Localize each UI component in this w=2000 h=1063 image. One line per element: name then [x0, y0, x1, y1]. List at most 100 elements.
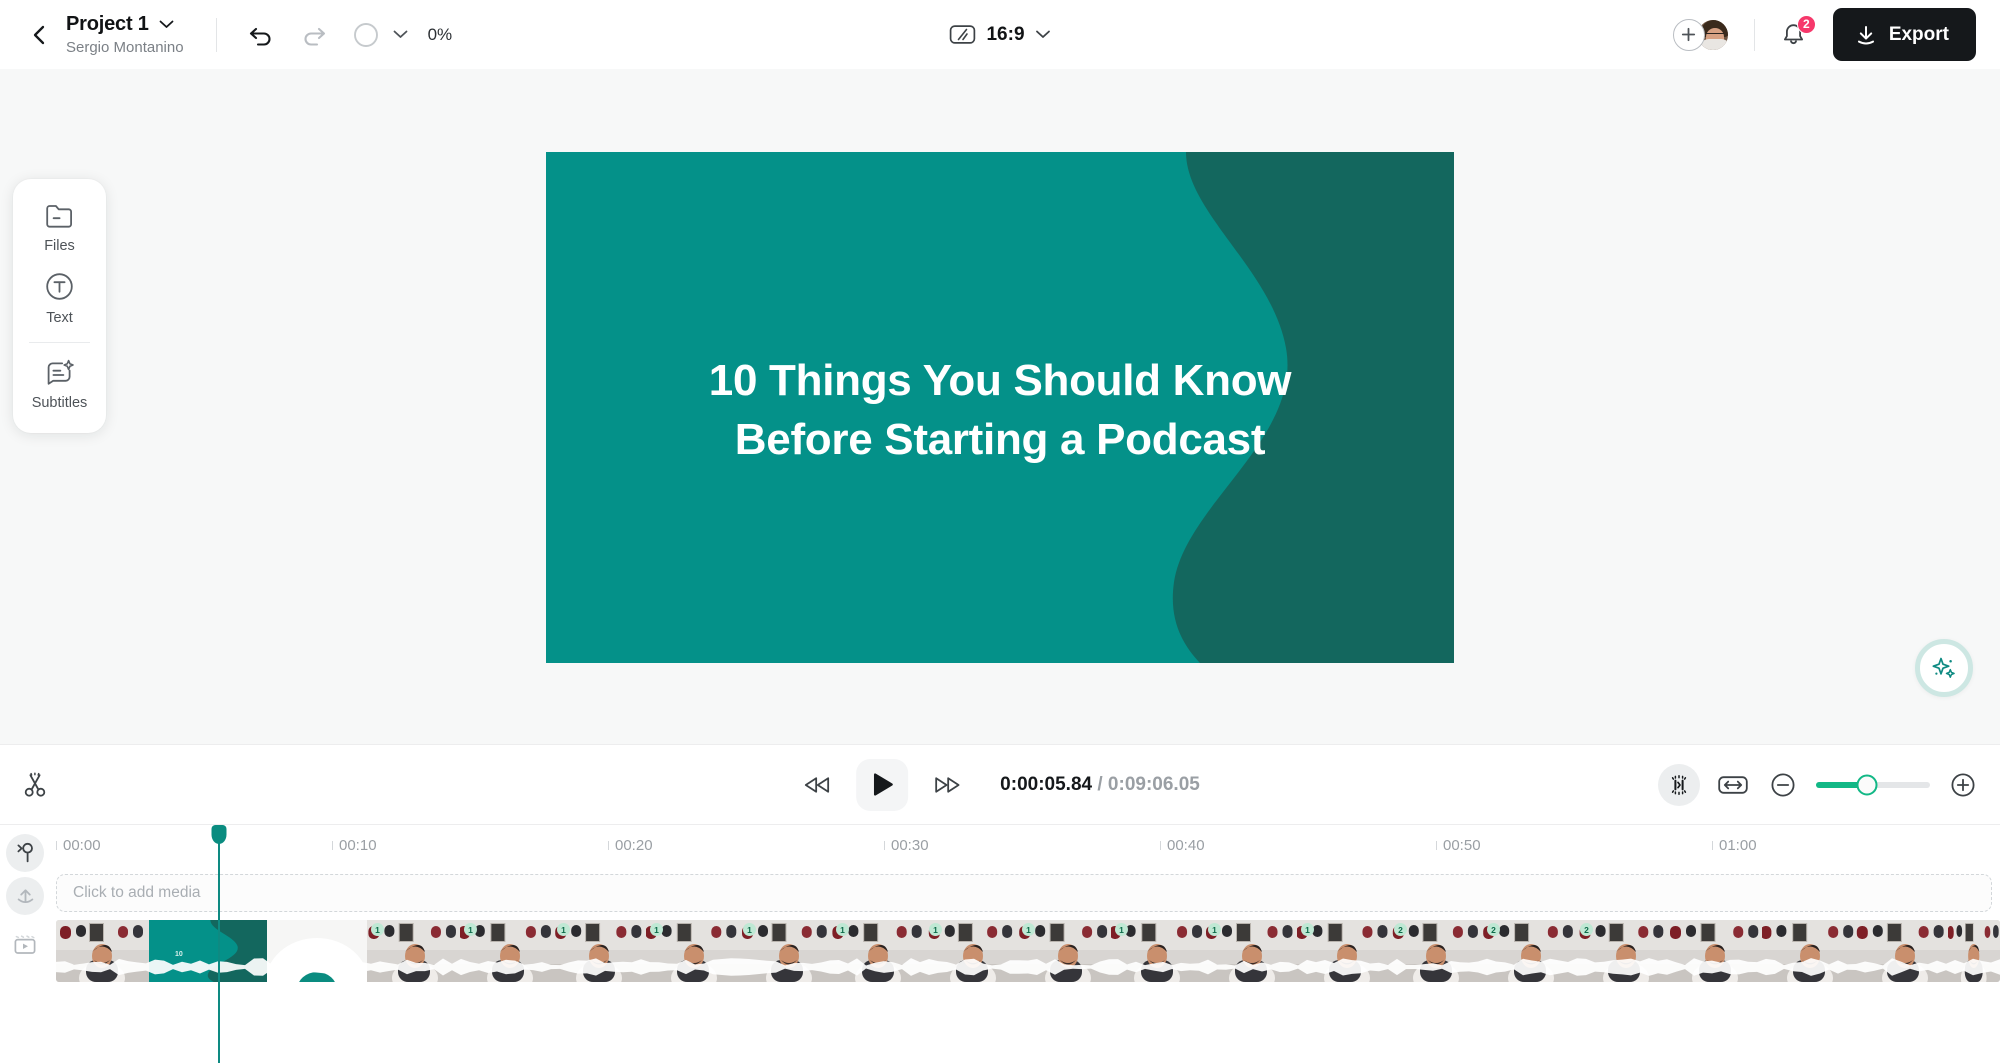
tick-mark [608, 841, 609, 850]
add-media-track[interactable]: Click to add media [56, 874, 1992, 912]
frame-badge: 1 [743, 923, 756, 936]
zoom-slider-handle[interactable] [1857, 774, 1878, 795]
tick-mark [884, 841, 885, 850]
frame-badge: 1 [929, 923, 942, 936]
page-title: Project 1 [66, 13, 149, 36]
rewind-button[interactable] [800, 768, 834, 802]
plus-circle-icon [1950, 772, 1976, 798]
playhead-handle[interactable] [212, 825, 227, 844]
frame-badge: 1 [650, 923, 663, 936]
export-label: Export [1889, 24, 1949, 46]
tick-label: 00:40 [1167, 837, 1205, 854]
frame-badge: 1 [371, 923, 384, 936]
audio-waveform [56, 958, 2000, 976]
snap-toggle-button[interactable] [1658, 764, 1700, 806]
collaborators [1673, 18, 1730, 52]
export-button[interactable]: Export [1833, 8, 1976, 61]
chevron-down-icon[interactable] [393, 30, 408, 39]
ruler-tick: 00:00 [56, 837, 101, 854]
tick-label: 00:10 [339, 837, 377, 854]
sidebar-item-label: Subtitles [32, 395, 88, 411]
sparkle-icon [1930, 654, 1958, 682]
divider [216, 18, 217, 52]
fit-to-width-button[interactable] [1716, 768, 1750, 802]
svg-text:10: 10 [175, 951, 183, 958]
upload-track-button[interactable] [6, 877, 44, 915]
tick-label: 00:00 [63, 837, 101, 854]
render-progress-button[interactable] [349, 18, 383, 52]
subtitles-sparkle-icon [45, 359, 75, 386]
render-progress-label: 0% [428, 25, 453, 45]
canvas-title-text[interactable]: 10 Things You Should Know Before Startin… [546, 352, 1454, 469]
add-user-button[interactable] [1673, 19, 1705, 51]
notifications-button[interactable]: 2 [1777, 18, 1811, 52]
text-circle-icon [45, 272, 74, 301]
video-preview-canvas[interactable]: 10 Things You Should Know Before Startin… [546, 152, 1454, 663]
tick-mark [56, 841, 57, 850]
back-button[interactable] [26, 22, 52, 48]
ruler-tick: 00:40 [1160, 837, 1205, 854]
minus-circle-icon [1770, 772, 1796, 798]
aspect-ratio-icon [949, 25, 975, 44]
fit-to-width-icon [1718, 774, 1748, 796]
frame-badge: 2 [1394, 923, 1407, 936]
tick-mark [1160, 841, 1161, 850]
chevron-down-icon [1036, 30, 1051, 39]
tick-label: 00:20 [615, 837, 653, 854]
ruler-tick: 01:00 [1712, 837, 1757, 854]
undo-icon [249, 24, 274, 46]
play-button[interactable] [856, 759, 908, 811]
snap-magnet-icon [1667, 773, 1691, 797]
avatar-glasses [1706, 33, 1724, 38]
zoom-controls [1658, 764, 1980, 806]
frame-badge: 1 [1208, 923, 1221, 936]
project-owner: Sergio Montanino [66, 39, 184, 56]
timeline: 00:00 00:10 00:20 00:30 00:40 00:50 01:00 [0, 824, 2000, 1063]
ruler-tick: 00:30 [884, 837, 929, 854]
undo-button[interactable] [245, 18, 279, 52]
marker-pin-icon [15, 842, 36, 864]
scissors-icon [21, 771, 49, 799]
frame-badge: 1 [464, 923, 477, 936]
rewind-icon [802, 774, 832, 796]
redo-button[interactable] [297, 18, 331, 52]
zoom-in-button[interactable] [1946, 768, 1980, 802]
time-separator: / [1097, 774, 1102, 795]
title-line-1: 10 Things You Should Know [546, 352, 1454, 411]
timeline-ruler[interactable]: 00:00 00:10 00:20 00:30 00:40 00:50 01:00 [48, 825, 2000, 867]
sidebar-item-text[interactable]: Text [13, 262, 106, 334]
preview-stage: Files Text Subtitles 10 Things You Shoul… [0, 69, 2000, 744]
header-actions: 2 Export [1673, 0, 2000, 69]
marker-track-button[interactable] [6, 834, 44, 872]
transport-bar: 0:00:05.84 / 0:09:06.05 [0, 744, 2000, 824]
aspect-ratio-selector[interactable]: 16:9 [949, 24, 1050, 46]
video-clip-track[interactable]: 1011111111111222 [56, 920, 2000, 982]
frame-badge: 1 [1301, 923, 1314, 936]
video-track-icon [13, 934, 37, 956]
zoom-slider[interactable] [1816, 782, 1930, 788]
frame-badge: 1 [836, 923, 849, 936]
tick-label: 00:50 [1443, 837, 1481, 854]
zoom-out-button[interactable] [1766, 768, 1800, 802]
chevron-left-icon [31, 24, 47, 46]
video-track-button[interactable] [6, 926, 44, 964]
divider [1754, 19, 1755, 51]
plus-icon [1681, 27, 1696, 42]
playhead[interactable] [218, 833, 220, 1063]
notification-badge: 2 [1797, 15, 1816, 34]
title-line-2: Before Starting a Podcast [546, 411, 1454, 470]
playback-controls: 0:00:05.84 / 0:09:06.05 [800, 759, 1200, 811]
chevron-down-icon[interactable] [159, 20, 174, 29]
fast-forward-button[interactable] [930, 768, 964, 802]
sidebar-item-files[interactable]: Files [13, 193, 106, 262]
tools-sidebar: Files Text Subtitles [13, 179, 106, 433]
frame-badge: 1 [1115, 923, 1128, 936]
split-clip-button[interactable] [8, 758, 62, 812]
ruler-tick: 00:10 [332, 837, 377, 854]
tick-mark [1712, 841, 1713, 850]
frame-badge: 1 [1022, 923, 1035, 936]
tick-label: 01:00 [1719, 837, 1757, 854]
folder-icon [45, 203, 75, 229]
ai-assistant-button[interactable] [1915, 639, 1973, 697]
sidebar-item-subtitles[interactable]: Subtitles [13, 349, 106, 419]
